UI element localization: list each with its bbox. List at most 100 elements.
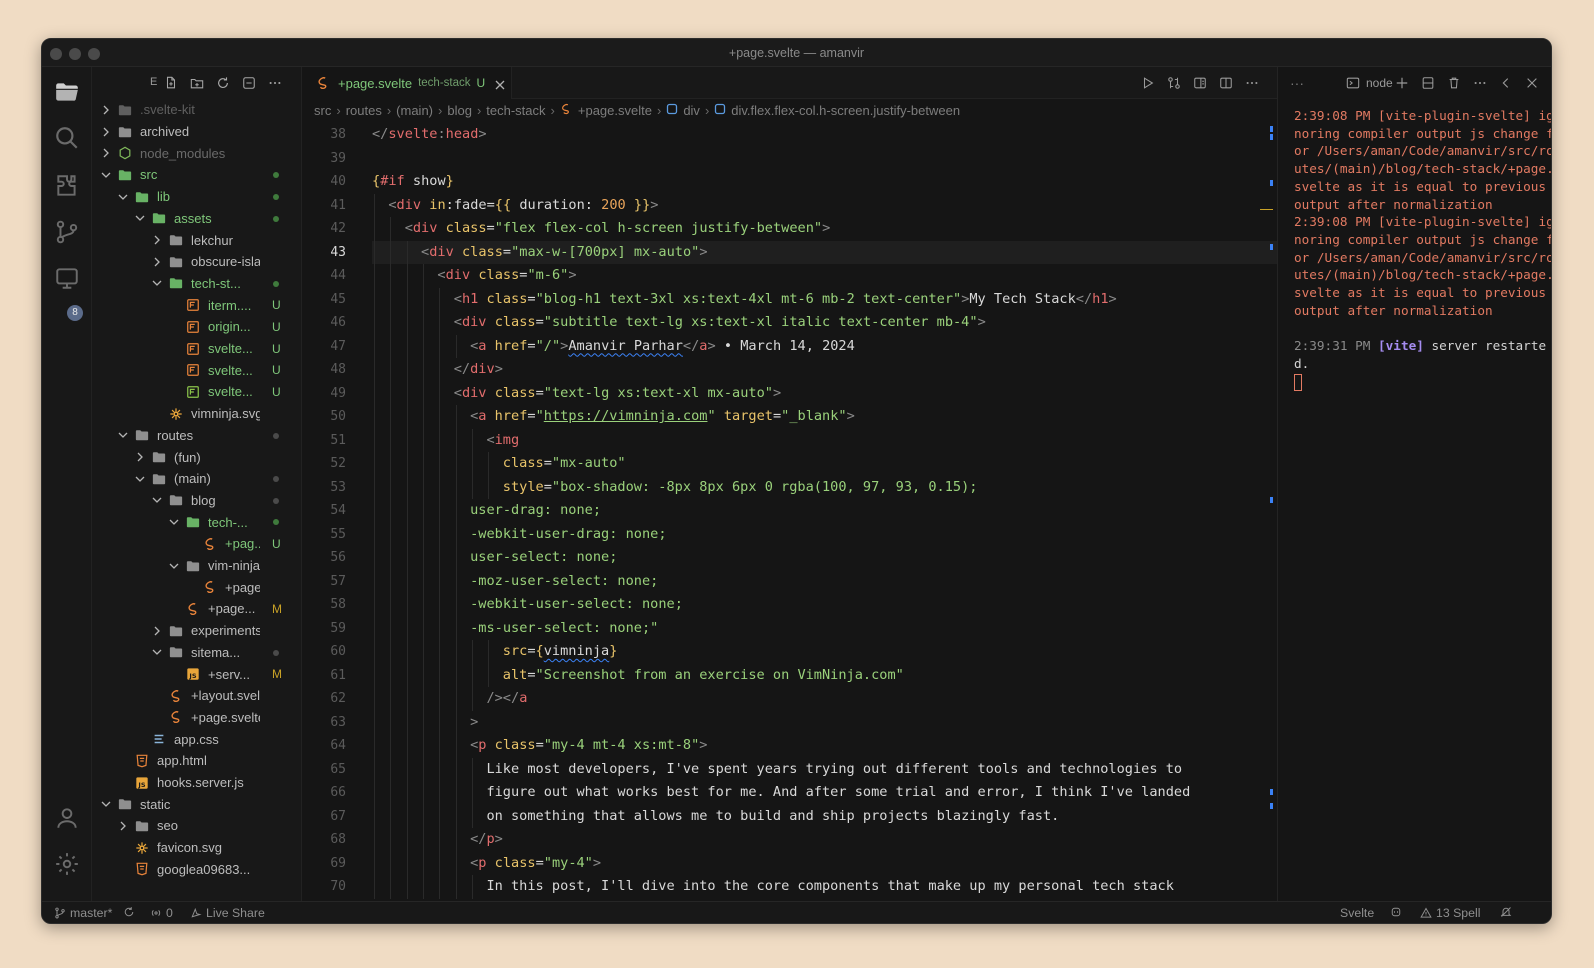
code-line[interactable]: <div class="subtitle text-lg xs:text-xl … (302, 311, 1277, 335)
chevron-down-icon[interactable] (151, 494, 163, 506)
code-line[interactable]: </div> (302, 358, 1277, 382)
code-line[interactable] (302, 147, 1277, 171)
tree-folder[interactable]: src (100, 164, 260, 186)
split-editor-icon[interactable] (1219, 76, 1233, 90)
tree-file[interactable]: +page.svelte (151, 707, 260, 729)
tree-folder[interactable]: node_modules (100, 142, 260, 164)
ports-status[interactable]: 0 (150, 906, 173, 920)
tree-folder[interactable]: archived (100, 121, 260, 143)
tree-folder[interactable]: lekchur (151, 229, 260, 251)
toggle-preview-icon[interactable] (1193, 76, 1207, 90)
code-line[interactable]: <div class="text-lg xs:text-xl mx-auto"> (302, 382, 1277, 406)
code-line[interactable]: </svelte:head> (302, 123, 1277, 147)
chevron-down-icon[interactable] (134, 212, 146, 224)
code-line[interactable]: > (302, 711, 1277, 735)
tree-folder[interactable]: lib (117, 186, 260, 208)
split-terminal-icon[interactable] (1421, 76, 1435, 95)
tree-folder[interactable]: (fun) (134, 446, 260, 468)
code-line[interactable]: <a href="/">Amanvir Parhar</a> • March 1… (302, 335, 1277, 359)
chevron-right-icon[interactable] (100, 104, 112, 116)
breadcrumb-item[interactable]: routes (346, 103, 382, 118)
collapse-all-icon[interactable] (242, 76, 256, 90)
code-line[interactable]: on something that allows me to build and… (302, 805, 1277, 829)
tree-file[interactable]: app.css (134, 728, 260, 750)
tree-folder[interactable]: blog (151, 490, 260, 512)
code-line[interactable]: In this post, I'll dive into the core co… (302, 875, 1277, 899)
tree-folder[interactable]: routes (117, 425, 260, 447)
code-line[interactable]: -webkit-user-drag: none; (302, 523, 1277, 547)
tree-folder[interactable]: obscure-isla... (151, 251, 260, 273)
close-panel-icon[interactable] (1525, 76, 1539, 95)
run-icon[interactable] (1141, 76, 1155, 90)
code-line[interactable]: -ms-user-select: none;" (302, 617, 1277, 641)
breadcrumb-item[interactable]: tech-stack (486, 103, 545, 118)
code-line[interactable]: src={vimninja} (302, 640, 1277, 664)
terminal-more-icon[interactable] (1473, 76, 1487, 95)
extensions-icon[interactable] (54, 173, 80, 199)
tree-file[interactable]: iterm.... (168, 294, 260, 316)
breadcrumb-item[interactable]: (main) (396, 103, 433, 118)
chevron-left-icon[interactable] (1499, 76, 1513, 95)
tree-folder[interactable]: experiments (151, 620, 260, 642)
branch-status[interactable]: master* (54, 906, 112, 920)
tree-file[interactable]: svelte... (168, 338, 260, 360)
terminal-output[interactable]: 2:39:08 PM [vite-plugin-svelte] ignoring… (1294, 107, 1551, 391)
tab-page-svelte[interactable]: +page.svelte tech-stack U (302, 67, 512, 99)
chevron-right-icon[interactable] (151, 625, 163, 637)
editor-more-icon[interactable] (1245, 76, 1259, 90)
chevron-right-icon[interactable] (117, 820, 129, 832)
chevron-right-icon[interactable] (100, 147, 112, 159)
tree-folder[interactable]: (main) (134, 468, 260, 490)
code-line[interactable]: figure out what works best for me. And a… (302, 781, 1277, 805)
trash-icon[interactable] (1447, 76, 1461, 95)
settings-gear-icon[interactable] (54, 851, 80, 877)
tree-folder[interactable]: vim-ninja-a... (168, 555, 260, 577)
explorer-icon[interactable] (54, 79, 80, 105)
breadcrumb-item[interactable]: blog (447, 103, 472, 118)
sync-icon[interactable] (123, 906, 139, 918)
code-line[interactable]: class="mx-auto" (302, 452, 1277, 476)
code-line[interactable]: <div in:fade={{ duration: 200 }}> (302, 194, 1277, 218)
code-line[interactable]: style="box-shadow: -8px 8px 6px 0 rgba(1… (302, 476, 1277, 500)
code-line[interactable]: Like most developers, I've spent years t… (302, 758, 1277, 782)
code-line[interactable]: <p class="my-4 mt-4 xs:mt-8"> (302, 734, 1277, 758)
tree-file[interactable]: svelte... (168, 359, 260, 381)
spell-check-status[interactable]: 13 Spell (1420, 906, 1480, 920)
code-line[interactable]: -moz-user-select: none; (302, 570, 1277, 594)
tree-file[interactable]: origin... (168, 316, 260, 338)
tree-folder[interactable]: tech-... (168, 511, 260, 533)
code-line[interactable]: {#if show} (302, 170, 1277, 194)
copilot-icon[interactable] (1390, 906, 1406, 918)
code-line[interactable]: user-drag: none; (302, 499, 1277, 523)
tree-file[interactable]: +page... (168, 598, 260, 620)
live-share-button[interactable]: Live Share (190, 906, 265, 920)
chevron-right-icon[interactable] (151, 256, 163, 268)
tree-folder[interactable]: sitema... (151, 642, 260, 664)
chevron-down-icon[interactable] (100, 169, 112, 181)
tree-file[interactable]: googlea09683... (117, 859, 260, 881)
tree-folder[interactable]: assets (134, 208, 260, 230)
new-file-icon[interactable] (164, 76, 178, 90)
breadcrumb-item[interactable]: +page.svelte (578, 103, 652, 118)
tree-folder[interactable]: seo (117, 815, 260, 837)
code-line[interactable]: /></a (302, 687, 1277, 711)
panel-more-icon[interactable]: ··· (1290, 75, 1304, 91)
notifications-muted-icon[interactable] (1500, 906, 1516, 918)
tree-file[interactable]: +page.sv... (185, 576, 260, 598)
code-line[interactable]: <div class="m-6"> (302, 264, 1277, 288)
close-tab-icon[interactable] (495, 78, 505, 90)
tree-file[interactable]: +pag... (185, 533, 260, 555)
code-line[interactable]: <p class="my-4"> (302, 852, 1277, 876)
code-line[interactable]: <div class="flex flex-col h-screen justi… (302, 217, 1277, 241)
chevron-right-icon[interactable] (134, 451, 146, 463)
tree-file[interactable]: JS +serv... (168, 663, 260, 685)
tree-file[interactable]: vimninja.svg (151, 403, 260, 425)
chevron-down-icon[interactable] (168, 560, 180, 572)
chevron-down-icon[interactable] (100, 798, 112, 810)
breadcrumb-item[interactable]: div.flex.flex-col.h-screen.justify-betwe… (731, 103, 960, 118)
breadcrumb-item[interactable]: div (683, 103, 700, 118)
tree-folder[interactable]: tech-st... (151, 273, 260, 295)
code-line[interactable]: -webkit-user-select: none; (302, 593, 1277, 617)
chevron-down-icon[interactable] (151, 646, 163, 658)
new-folder-icon[interactable] (190, 76, 204, 90)
